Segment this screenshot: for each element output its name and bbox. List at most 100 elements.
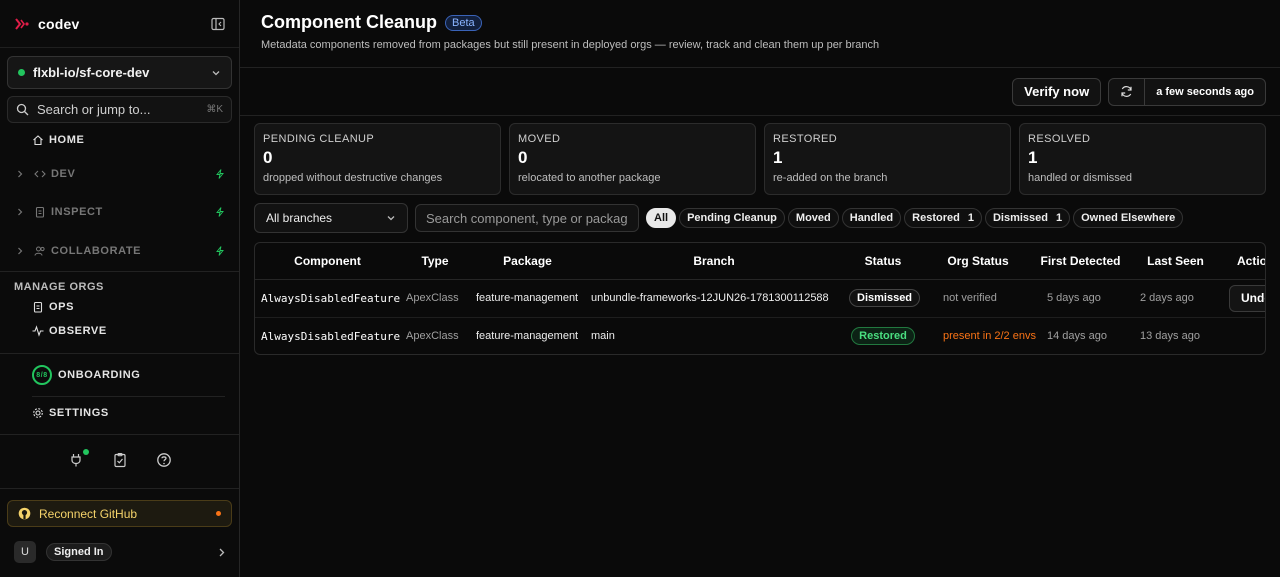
github-icon — [18, 507, 31, 520]
undo-dismiss-button[interactable]: Undo dismiss — [1229, 284, 1265, 312]
stat-label: PENDING CLEANUP — [263, 133, 375, 145]
cell-component: AlwaysDisabledFeature — [255, 279, 400, 318]
chip-dismissed[interactable]: Dismissed 1 — [984, 208, 1071, 228]
cell-actions: Undo dismiss — [1223, 279, 1265, 318]
status-badge: Dismissed — [849, 289, 921, 307]
sidebar-group-label: DEV — [51, 168, 76, 180]
cell-component: AlwaysDisabledFeature — [255, 317, 400, 354]
sidebar-item-home[interactable]: HOME — [0, 129, 239, 151]
sidebar: codev flxbl-io/sf-core-dev Search or jum… — [0, 0, 240, 577]
brand-name: codev — [38, 15, 80, 32]
stat-label: RESTORED — [773, 133, 838, 145]
cell-type: ApexClass — [400, 279, 470, 318]
cell-last-seen: 13 days ago — [1128, 317, 1223, 354]
chip-all[interactable]: All — [646, 208, 677, 228]
table-row: AlwaysDisabledFeature ApexClass feature-… — [255, 317, 1265, 354]
warning-dot — [216, 511, 221, 516]
cell-first-detected: 5 days ago — [1033, 279, 1128, 318]
chevron-right-icon — [18, 170, 23, 178]
org-name: flxbl-io/sf-core-dev — [33, 65, 150, 80]
column-header[interactable]: Branch — [585, 243, 843, 280]
branch-select[interactable]: All branches — [254, 203, 408, 233]
chip-pending-cleanup[interactable]: Pending Cleanup — [679, 208, 785, 228]
refresh-icon — [1121, 86, 1132, 97]
filter-bar: All branches All Pending Cleanup Moved H… — [240, 195, 1280, 233]
clipboard-check-icon[interactable] — [112, 452, 128, 468]
avatar: U — [14, 541, 36, 563]
sidebar-item-label: ONBOARDING — [58, 369, 141, 381]
bolt-icon — [216, 169, 224, 179]
stat-value: 1 — [773, 148, 783, 167]
sidebar-item-ops[interactable]: OPS — [0, 296, 239, 318]
stat-card-pending: PENDING CLEANUP 0 dropped without destru… — [254, 123, 501, 195]
bolt-icon — [216, 246, 224, 256]
toolbar: Verify now a few seconds ago — [240, 68, 1280, 116]
stat-label: RESOLVED — [1028, 133, 1091, 145]
stat-desc: dropped without destructive changes — [263, 172, 443, 184]
cell-first-detected: 14 days ago — [1033, 317, 1128, 354]
user-menu[interactable]: U Signed In — [14, 540, 226, 564]
status-badge: Restored — [851, 327, 915, 345]
column-header[interactable]: Status — [843, 243, 923, 280]
column-header: Actions — [1223, 243, 1265, 280]
sidebar-group-dev[interactable]: DEV — [0, 163, 239, 185]
stat-desc: relocated to another package — [518, 172, 661, 184]
chevron-right-icon — [219, 548, 225, 556]
column-header[interactable]: Type — [400, 243, 470, 280]
sidebar-search[interactable]: Search or jump to... ⌘K — [7, 96, 232, 123]
bolt-icon — [216, 207, 224, 217]
connection-status-dot — [83, 449, 89, 455]
chip-handled[interactable]: Handled — [841, 208, 902, 228]
chip-owned-elsewhere[interactable]: Owned Elsewhere — [1073, 208, 1184, 228]
table-row: AlwaysDisabledFeature ApexClass feature-… — [255, 279, 1265, 318]
cell-branch: unbundle-frameworks-12JUN26-178130011258… — [585, 279, 843, 318]
activity-icon — [32, 325, 44, 337]
stat-value: 0 — [263, 148, 273, 167]
reconnect-label: Reconnect GitHub — [39, 506, 138, 521]
refresh-button[interactable]: a few seconds ago — [1108, 77, 1266, 106]
cell-actions — [1223, 317, 1265, 354]
chevron-right-icon — [18, 208, 23, 216]
reconnect-github-button[interactable]: Reconnect GitHub — [7, 500, 232, 527]
org-selector[interactable]: flxbl-io/sf-core-dev — [7, 56, 232, 89]
last-checked-time: a few seconds ago — [1156, 85, 1254, 98]
column-header[interactable]: Package — [470, 243, 585, 280]
cell-package: feature-management — [470, 317, 585, 354]
page-title: Component Cleanup — [261, 12, 437, 32]
column-header[interactable]: Component — [255, 243, 400, 280]
gear-icon — [33, 408, 43, 418]
cell-status: Restored — [843, 317, 923, 354]
chevron-down-icon — [387, 216, 395, 221]
status-filter-chips: All Pending Cleanup Moved Handled Restor… — [646, 208, 1184, 228]
table-header-row: Component Type Package Branch Status Org… — [255, 243, 1265, 280]
plug-icon[interactable] — [68, 449, 89, 468]
home-icon — [33, 135, 43, 146]
chip-restored[interactable]: Restored 1 — [904, 208, 982, 228]
app-root: codev flxbl-io/sf-core-dev Search or jum… — [0, 0, 1280, 577]
sidebar-group-label: INSPECT — [51, 206, 103, 218]
column-header[interactable]: First Detected — [1033, 243, 1128, 280]
stat-card-resolved: RESOLVED 1 handled or dismissed — [1019, 123, 1266, 195]
cell-status: Dismissed — [843, 279, 923, 318]
branch-select-value: All branches — [266, 211, 333, 225]
stat-value: 1 — [1028, 148, 1038, 167]
chip-moved[interactable]: Moved — [787, 208, 839, 228]
sidebar-utility-icons — [0, 449, 240, 468]
sidebar-collapse-icon[interactable] — [211, 17, 225, 31]
users-icon — [34, 246, 45, 256]
sidebar-item-observe[interactable]: OBSERVE — [0, 320, 239, 342]
sidebar-group-inspect[interactable]: INSPECT — [0, 201, 239, 223]
cell-last-seen: 2 days ago — [1128, 279, 1223, 318]
help-icon[interactable] — [156, 452, 172, 468]
chevron-right-icon — [18, 247, 23, 255]
sidebar-group-collaborate[interactable]: COLLABORATE — [0, 240, 239, 262]
brand-bar: codev — [0, 0, 239, 48]
onboarding-progress-ring: 8/8 — [32, 365, 52, 385]
sidebar-item-settings[interactable]: SETTINGS — [0, 402, 239, 424]
sidebar-item-onboarding[interactable]: 8/8 ONBOARDING — [0, 363, 239, 387]
component-search-input[interactable] — [415, 204, 639, 232]
column-header[interactable]: Org Status — [923, 243, 1033, 280]
verify-now-button[interactable]: Verify now — [1012, 77, 1102, 106]
column-header[interactable]: Last Seen — [1128, 243, 1223, 280]
stats-row: PENDING CLEANUP 0 dropped without destru… — [240, 116, 1280, 195]
